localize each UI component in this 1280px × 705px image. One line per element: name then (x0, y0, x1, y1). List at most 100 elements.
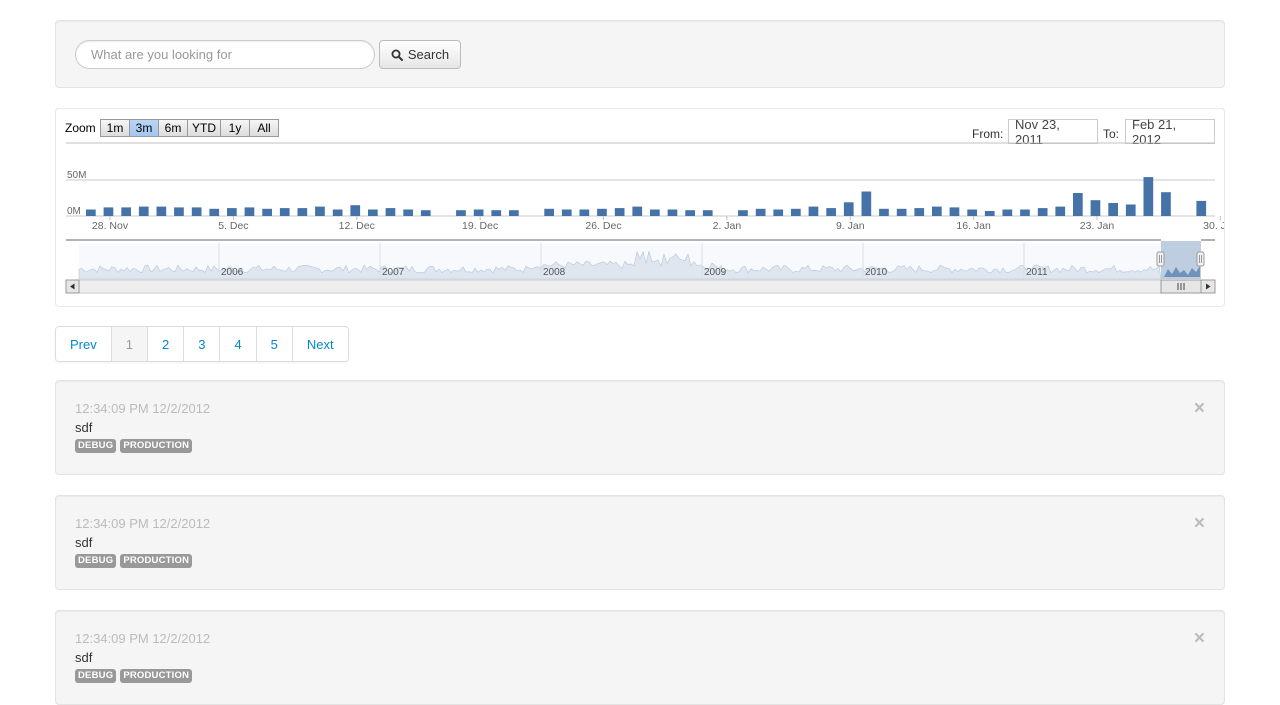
volume-chart: Zoom 1m 3m 6m YTD 1y All From: Nov 23, 2… (55, 108, 1225, 307)
navigator-left-handle[interactable] (1156, 251, 1165, 267)
volume-bar (1090, 200, 1101, 216)
close-icon[interactable]: × (1194, 514, 1205, 533)
volume-bar (1196, 200, 1207, 216)
volume-bar (561, 209, 572, 216)
volume-bar (667, 209, 678, 216)
label-badge: PRODUCTION (120, 554, 193, 568)
volume-bar (702, 210, 713, 216)
x-tick-label: 30. Jan (1203, 220, 1224, 232)
volume-bar (209, 208, 220, 216)
volume-bar (826, 208, 836, 216)
close-icon[interactable]: × (1194, 399, 1205, 418)
scrollbar-track[interactable] (65, 279, 1216, 294)
x-tick-label: 9. Jan (836, 220, 865, 232)
volume-bar (138, 206, 149, 216)
x-tick-label: 16. Jan (956, 220, 991, 232)
pagination-page-5[interactable]: 5 (255, 327, 292, 361)
volume-bar (1037, 208, 1048, 216)
volume-bar (896, 208, 907, 216)
log-message: sdf (75, 535, 93, 550)
volume-bar (385, 208, 396, 216)
volume-bar (456, 210, 466, 216)
volume-bar (914, 208, 925, 216)
pagination: Prev 1 2 3 4 5 Next (55, 326, 349, 362)
volume-bar (227, 208, 237, 216)
navigator-year-label: 2011 (1026, 267, 1048, 278)
close-icon[interactable]: × (1194, 629, 1205, 648)
volume-bar (861, 191, 872, 216)
volume-bar (121, 207, 131, 216)
volume-bar (755, 208, 766, 216)
volume-bar (315, 206, 325, 216)
navigator-year-label: 2007 (382, 267, 405, 278)
label-badge: DEBUG (75, 439, 117, 453)
log-labels: DEBUG PRODUCTION (75, 669, 193, 683)
y-tick-50m: 50M (67, 170, 86, 181)
pagination-prev[interactable]: Prev (56, 327, 111, 361)
volume-bar (1161, 192, 1171, 216)
volume-bar (491, 210, 502, 216)
navigator-year-label: 2006 (221, 267, 244, 278)
navigator-year-label: 2010 (865, 267, 888, 278)
volume-bar (1143, 177, 1154, 216)
volume-bar (350, 205, 361, 216)
log-message: sdf (75, 420, 93, 435)
label-badge: PRODUCTION (120, 669, 193, 683)
search-button[interactable]: Search (379, 40, 461, 69)
bars-group (86, 177, 1207, 216)
volume-bar (614, 208, 625, 216)
volume-bar (597, 208, 607, 216)
volume-bar (1125, 204, 1136, 216)
x-tick-label: 28. Nov (92, 220, 129, 232)
volume-bar (509, 210, 519, 216)
volume-bar (808, 206, 819, 216)
log-entry: 12:34:09 PM 12/2/2012 sdf DEBUG PRODUCTI… (55, 495, 1225, 590)
x-tick-label: 2. Jan (713, 220, 742, 232)
volume-bar (932, 206, 942, 216)
volume-bar (156, 206, 167, 216)
pagination-page-2[interactable]: 2 (146, 327, 184, 361)
volume-bar (879, 208, 889, 216)
search-icon (391, 49, 403, 61)
volume-bar (773, 209, 784, 216)
x-tick-label: 19. Dec (462, 220, 498, 232)
label-badge: DEBUG (75, 669, 117, 683)
pagination-page-1[interactable]: 1 (110, 327, 147, 361)
log-entry: 12:34:09 PM 12/2/2012 sdf DEBUG PRODUCTI… (55, 380, 1225, 475)
label-badge: PRODUCTION (120, 439, 193, 453)
volume-bar (191, 207, 202, 216)
search-input[interactable] (75, 40, 375, 69)
search-button-label: Search (407, 47, 450, 62)
pagination-page-3[interactable]: 3 (183, 327, 220, 361)
navigator-right-handle[interactable] (1196, 251, 1205, 267)
log-entry: 12:34:09 PM 12/2/2012 sdf DEBUG PRODUCTI… (55, 610, 1225, 705)
volume-bar (473, 209, 484, 216)
volume-bar (279, 208, 290, 216)
pagination-page-4[interactable]: 4 (219, 327, 256, 361)
navigator-year-label: 2008 (543, 267, 566, 278)
volume-bar (685, 210, 695, 216)
volume-bar (420, 210, 431, 216)
search-panel: Search (55, 20, 1225, 88)
x-tick-label: 23. Jan (1080, 220, 1115, 232)
x-ticks-group: 28. Nov 5. Dec 12. Dec 19. Dec 26. Dec 2. Jan… (92, 216, 1224, 232)
x-tick-label: 26. Dec (585, 220, 621, 232)
volume-bar (984, 211, 995, 216)
volume-bar (791, 208, 801, 216)
log-timestamp: 12:34:09 PM 12/2/2012 (75, 516, 211, 531)
volume-bar (967, 209, 977, 216)
volume-bar (103, 207, 114, 216)
volume-bar (332, 209, 343, 216)
volume-bar (174, 207, 184, 216)
volume-bar (949, 207, 960, 216)
volume-bar (297, 208, 308, 216)
volume-bar (1073, 193, 1083, 216)
log-timestamp: 12:34:09 PM 12/2/2012 (75, 631, 211, 646)
pagination-next[interactable]: Next (291, 327, 348, 361)
log-labels: DEBUG PRODUCTION (75, 439, 193, 453)
volume-bar (579, 209, 590, 216)
volume-bar (843, 202, 854, 216)
y-tick-0m: 0M (67, 206, 81, 217)
volume-bar (1108, 203, 1118, 216)
log-labels: DEBUG PRODUCTION (75, 554, 193, 568)
